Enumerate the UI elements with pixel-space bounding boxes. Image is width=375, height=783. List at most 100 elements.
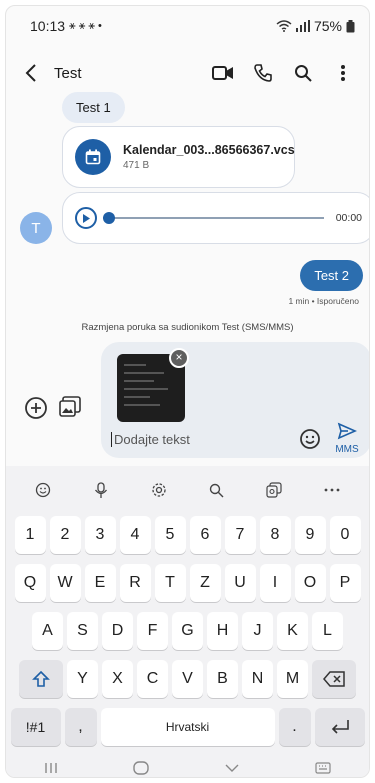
enter-key[interactable] bbox=[314, 708, 365, 746]
phone-screen: 10:13 ⚹ ⚹ ⚹ • 75% Test Test 1 Kalendar_0… bbox=[5, 5, 370, 778]
home-icon[interactable] bbox=[133, 761, 149, 775]
key-h[interactable]: H bbox=[207, 612, 238, 650]
video-call-button[interactable] bbox=[207, 57, 239, 89]
key-w[interactable]: W bbox=[49, 564, 81, 602]
wifi-icon bbox=[276, 20, 292, 32]
key-o[interactable]: O bbox=[294, 564, 326, 602]
key-u[interactable]: U bbox=[224, 564, 256, 602]
key-5[interactable]: 5 bbox=[154, 516, 186, 554]
more-horizontal-icon bbox=[324, 488, 340, 492]
key-j[interactable]: J bbox=[242, 612, 273, 650]
key-k[interactable]: K bbox=[277, 612, 308, 650]
audio-message-card: 00:00 bbox=[62, 192, 369, 244]
symbols-key[interactable]: !#1 bbox=[10, 708, 61, 746]
key-x[interactable]: X bbox=[102, 660, 133, 698]
voice-input-button[interactable] bbox=[89, 478, 113, 502]
more-options-button[interactable] bbox=[327, 57, 359, 89]
period-key[interactable]: . bbox=[278, 708, 311, 746]
add-attachment-button[interactable] bbox=[24, 396, 48, 420]
incoming-message[interactable]: Test 1 bbox=[62, 92, 125, 123]
shift-arrow-icon bbox=[32, 670, 50, 687]
more-vertical-icon bbox=[341, 65, 345, 81]
letter-row-middle: A S D F G H J K L bbox=[6, 612, 369, 650]
video-camera-icon bbox=[212, 66, 233, 80]
voice-call-button[interactable] bbox=[247, 57, 279, 89]
key-i[interactable]: I bbox=[259, 564, 291, 602]
signal-icon bbox=[295, 20, 310, 32]
key-g[interactable]: G bbox=[172, 612, 203, 650]
key-e[interactable]: E bbox=[84, 564, 116, 602]
key-4[interactable]: 4 bbox=[119, 516, 151, 554]
send-label: MMS bbox=[335, 444, 359, 455]
letter-row-top: Q W E R T Z U I O P bbox=[6, 564, 369, 602]
search-icon bbox=[209, 483, 224, 497]
app-bar: Test bbox=[6, 50, 369, 96]
key-d[interactable]: D bbox=[102, 612, 133, 650]
calendar-icon bbox=[75, 139, 111, 175]
file-attachment-card[interactable]: Kalendar_003...86566367.vcs 471 B bbox=[62, 126, 295, 188]
notification-icons: ⚹ ⚹ ⚹ • bbox=[69, 19, 102, 32]
file-name: Kalendar_003...86566367.vcs bbox=[123, 143, 295, 157]
key-l[interactable]: L bbox=[312, 612, 343, 650]
key-z[interactable]: Z bbox=[189, 564, 221, 602]
avatar[interactable]: T bbox=[20, 212, 52, 244]
keyboard-toolbar bbox=[6, 476, 369, 504]
key-q[interactable]: Q bbox=[14, 564, 46, 602]
plus-circle-icon bbox=[25, 397, 47, 419]
key-2[interactable]: 2 bbox=[49, 516, 81, 554]
enter-icon bbox=[331, 720, 349, 734]
play-button[interactable] bbox=[75, 207, 97, 229]
space-key[interactable]: Hrvatski bbox=[100, 708, 275, 746]
key-p[interactable]: P bbox=[329, 564, 361, 602]
battery-percent: 75% bbox=[313, 18, 342, 34]
key-f[interactable]: F bbox=[137, 612, 168, 650]
message-input[interactable]: Dodajte tekst bbox=[111, 432, 190, 447]
key-n[interactable]: N bbox=[242, 660, 273, 698]
sticker-icon bbox=[266, 482, 282, 498]
letter-row-bottom: Y X C V B N M bbox=[6, 660, 369, 698]
status-time: 10:13 bbox=[30, 18, 66, 34]
hide-keyboard-icon[interactable] bbox=[224, 763, 240, 773]
send-mms-button[interactable]: MMS bbox=[329, 422, 365, 456]
key-1[interactable]: 1 bbox=[14, 516, 46, 554]
emoji-button[interactable] bbox=[299, 428, 323, 452]
key-v[interactable]: V bbox=[172, 660, 203, 698]
keyboard-more-button[interactable] bbox=[320, 478, 344, 502]
recent-apps-icon[interactable] bbox=[44, 762, 58, 774]
key-a[interactable]: A bbox=[32, 612, 63, 650]
key-3[interactable]: 3 bbox=[84, 516, 116, 554]
remove-attachment-button[interactable]: × bbox=[169, 348, 189, 368]
status-bar: 10:13 ⚹ ⚹ ⚹ • 75% bbox=[6, 6, 369, 46]
key-y[interactable]: Y bbox=[67, 660, 98, 698]
shift-key[interactable] bbox=[19, 660, 63, 698]
comma-key[interactable]: , bbox=[64, 708, 97, 746]
keyboard-settings-button[interactable] bbox=[147, 478, 171, 502]
audio-seek-bar[interactable] bbox=[103, 212, 324, 224]
gallery-icon bbox=[59, 396, 81, 417]
seek-thumb[interactable] bbox=[103, 212, 115, 224]
key-s[interactable]: S bbox=[67, 612, 98, 650]
backspace-key[interactable] bbox=[312, 660, 356, 698]
phone-icon bbox=[254, 64, 272, 82]
keyboard-emoji-button[interactable] bbox=[31, 478, 55, 502]
keyboard-search-button[interactable] bbox=[204, 478, 228, 502]
search-button[interactable] bbox=[287, 57, 319, 89]
key-7[interactable]: 7 bbox=[224, 516, 256, 554]
key-c[interactable]: C bbox=[137, 660, 168, 698]
key-9[interactable]: 9 bbox=[294, 516, 326, 554]
key-0[interactable]: 0 bbox=[329, 516, 361, 554]
key-m[interactable]: M bbox=[277, 660, 308, 698]
gallery-button[interactable] bbox=[58, 395, 84, 421]
key-t[interactable]: T bbox=[154, 564, 186, 602]
key-8[interactable]: 8 bbox=[259, 516, 291, 554]
key-b[interactable]: B bbox=[207, 660, 238, 698]
key-6[interactable]: 6 bbox=[189, 516, 221, 554]
key-r[interactable]: R bbox=[119, 564, 151, 602]
delivery-status: 1 min • Isporučeno bbox=[288, 296, 359, 306]
back-arrow-icon[interactable] bbox=[24, 64, 38, 82]
outgoing-message[interactable]: Test 2 bbox=[300, 260, 363, 291]
keyboard-switch-icon[interactable] bbox=[315, 762, 331, 774]
keyboard-sticker-button[interactable] bbox=[262, 478, 286, 502]
send-icon bbox=[337, 422, 357, 440]
battery-icon bbox=[346, 19, 355, 32]
